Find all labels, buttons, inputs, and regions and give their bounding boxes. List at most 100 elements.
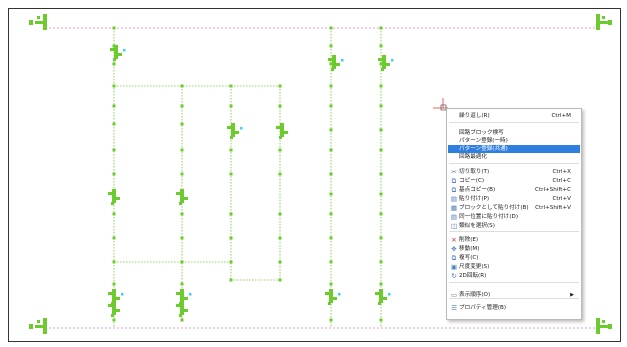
menu-item[interactable]: ⧉ 複写(C)	[448, 254, 580, 262]
grip-point[interactable]	[278, 172, 282, 176]
circuit-component[interactable]	[325, 289, 341, 305]
grip-point[interactable]	[229, 148, 233, 152]
grip-point[interactable]	[379, 104, 383, 108]
grip-point[interactable]	[379, 318, 383, 322]
menu-item[interactable]: 繰り返し(R) Ctrl+M	[448, 112, 580, 120]
grip-point[interactable]	[379, 84, 383, 88]
grip-point[interactable]	[229, 172, 233, 176]
grip-point[interactable]	[379, 148, 383, 152]
grip-point[interactable]	[329, 26, 333, 30]
grip-point[interactable]	[229, 236, 233, 240]
grip-point[interactable]	[180, 104, 184, 108]
grip-point[interactable]	[278, 148, 282, 152]
grip-point[interactable]	[229, 212, 233, 216]
grip-point[interactable]	[180, 172, 184, 176]
selection-marker	[240, 127, 243, 130]
menu-item-label: 尺度変更(S)	[459, 264, 490, 270]
menu-item[interactable]: ⧉ 基点コピー(B) Ctrl+Shift+C	[448, 186, 580, 194]
grip-point[interactable]	[278, 278, 282, 282]
grip-point[interactable]	[278, 84, 282, 88]
terminal-symbol[interactable]	[596, 14, 612, 30]
circuit-component[interactable]	[176, 189, 188, 205]
grip-point[interactable]	[112, 26, 116, 30]
grip-point[interactable]	[329, 260, 333, 264]
grip-point[interactable]	[180, 260, 184, 264]
grip-point[interactable]	[112, 148, 116, 152]
grip-point[interactable]	[112, 318, 116, 322]
circuit-component[interactable]	[375, 289, 391, 305]
menu-item[interactable]: ✂ 切り取り(T) Ctrl+X	[448, 168, 580, 176]
grip-point[interactable]	[379, 260, 383, 264]
grip-point[interactable]	[180, 282, 184, 286]
grip-point[interactable]	[278, 104, 282, 108]
grip-point[interactable]	[379, 26, 383, 30]
grip-point[interactable]	[180, 236, 184, 240]
menu-item[interactable]: ☰ プロパティ管理(B)	[448, 304, 580, 312]
grip-point[interactable]	[112, 104, 116, 108]
circuit-component[interactable]	[108, 301, 120, 317]
grip-point[interactable]	[229, 84, 233, 88]
terminal-symbol[interactable]	[29, 318, 47, 334]
grip-point[interactable]	[112, 236, 116, 240]
grip-point[interactable]	[180, 84, 184, 88]
grip-point[interactable]	[329, 44, 333, 48]
grip-point[interactable]	[379, 44, 383, 48]
grip-point[interactable]	[180, 318, 184, 322]
menu-item[interactable]: ✕ 削除(E)	[448, 236, 580, 244]
menu-item[interactable]: ▤ 貼り付け(P) Ctrl+V	[448, 195, 580, 203]
grip-point[interactable]	[278, 236, 282, 240]
circuit-component[interactable]	[276, 123, 288, 139]
grip-point[interactable]	[229, 278, 233, 282]
grip-point[interactable]	[329, 84, 333, 88]
menu-item[interactable]: 回路ブロック検写	[448, 129, 580, 137]
grip-point[interactable]	[329, 318, 333, 322]
grip-point[interactable]	[112, 84, 116, 88]
grip-point[interactable]	[112, 260, 116, 264]
grip-point[interactable]	[112, 212, 116, 216]
grip-point[interactable]	[379, 236, 383, 240]
grip-point[interactable]	[112, 282, 116, 286]
grip-point[interactable]	[329, 236, 333, 240]
menu-separator	[449, 282, 579, 283]
menu-item[interactable]: ◫ 類似を選択(S)	[448, 222, 580, 230]
grip-point[interactable]	[112, 122, 116, 126]
grip-point[interactable]	[329, 104, 333, 108]
terminal-symbol[interactable]	[596, 318, 612, 334]
menu-item[interactable]: ↻ 2D回転(R)	[448, 272, 580, 280]
grip-point[interactable]	[329, 148, 333, 152]
grip-point[interactable]	[112, 172, 116, 176]
grip-point[interactable]	[379, 172, 383, 176]
terminal-symbol[interactable]	[29, 14, 47, 30]
grip-point[interactable]	[278, 260, 282, 264]
menu-item[interactable]: ▭ 表示順序(O) ▶	[448, 291, 580, 299]
menu-item[interactable]: パターン登録(一時)	[448, 137, 580, 145]
circuit-component[interactable]	[108, 189, 120, 205]
circuit-component[interactable]	[110, 45, 126, 61]
grip-point[interactable]	[379, 192, 383, 196]
menu-item[interactable]: 回路最適化	[448, 153, 580, 161]
menu-item[interactable]: ✥ 移動(M)	[448, 245, 580, 253]
menu-item[interactable]: ▦ ブロックとして貼り付け(B) Ctrl+Shift+V	[448, 204, 580, 212]
menu-item[interactable]: ▤ 同一位置に貼り付け(D)	[448, 213, 580, 221]
menu-item[interactable]: ▣ 尺度変更(S)	[448, 263, 580, 271]
grip-point[interactable]	[379, 212, 383, 216]
grip-point[interactable]	[180, 122, 184, 126]
grip-point[interactable]	[180, 148, 184, 152]
grip-point[interactable]	[379, 128, 383, 132]
circuit-component[interactable]	[227, 123, 243, 139]
grip-point[interactable]	[379, 282, 383, 286]
grip-point[interactable]	[229, 260, 233, 264]
menu-item[interactable]: ⧉ コピー(C) Ctrl+C	[448, 177, 580, 185]
grip-point[interactable]	[229, 104, 233, 108]
context-menu[interactable]: 繰り返し(R) Ctrl+M 回路ブロック検写 パターン登録(一時) パターン登録(共通…	[446, 108, 582, 320]
grip-point[interactable]	[329, 192, 333, 196]
menu-item[interactable]: パターン登録(共通)	[448, 145, 580, 153]
grip-point[interactable]	[329, 172, 333, 176]
grip-point[interactable]	[278, 212, 282, 216]
grip-point[interactable]	[329, 282, 333, 286]
grip-point[interactable]	[180, 212, 184, 216]
grip-point[interactable]	[329, 212, 333, 216]
grip-point[interactable]	[112, 62, 116, 66]
grip-point[interactable]	[329, 128, 333, 132]
circuit-component[interactable]	[176, 301, 188, 317]
